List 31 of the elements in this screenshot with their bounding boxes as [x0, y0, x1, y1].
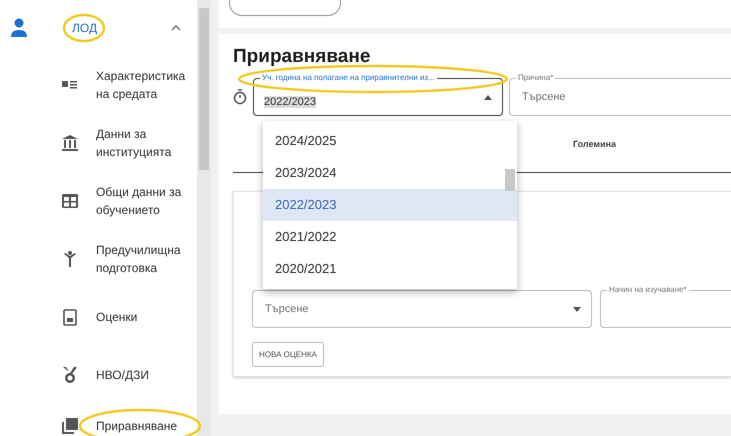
sidebar-item[interactable]: Общи данни за обучението	[96, 183, 192, 219]
copy-icon	[60, 416, 80, 436]
field-value: 2022/2023	[264, 96, 316, 108]
dropdown-option[interactable]: 2020/2021	[263, 253, 517, 285]
sidebar-item[interactable]: Данни за институцията	[96, 125, 192, 161]
caret-down-icon	[573, 306, 581, 312]
dropdown-option[interactable]: 2023/2024	[263, 157, 517, 189]
search-input[interactable]: Търсене	[263, 302, 407, 316]
sidebar-item[interactable]: Предучилищна подготовка	[96, 241, 192, 277]
dropdown-option[interactable]: 2022/2023	[263, 189, 517, 221]
clock-icon	[233, 89, 247, 105]
scrollbar-thumb[interactable]	[199, 8, 209, 170]
sidebar-item[interactable]: НВО/ДЗИ	[96, 366, 192, 384]
bank-icon	[60, 133, 80, 153]
chevron-up-icon[interactable]	[171, 25, 181, 31]
section-title: Приравняване	[233, 46, 372, 68]
sidebar-item[interactable]: Характеристика на средата	[96, 67, 192, 103]
clipboard-icon	[60, 307, 80, 327]
new-grade-button[interactable]: НОВА ОЦЕНКА	[252, 342, 324, 367]
search-input[interactable]: Търсене	[520, 90, 664, 104]
sidebar-item[interactable]: Оценки	[96, 308, 192, 326]
column-header: Големина	[573, 139, 616, 149]
person-icon	[10, 18, 28, 38]
dropdown-option[interactable]: 2021/2022	[263, 221, 517, 253]
field-label: Начин на изучаване*	[607, 285, 689, 294]
field-label: Причина*	[516, 73, 556, 82]
grid-icon	[60, 191, 80, 211]
dropdown-option[interactable]: 2024/2025	[263, 125, 517, 157]
field-label: Уч. година на полагане на приравнителни из...	[260, 73, 437, 82]
caret-up-icon	[484, 94, 492, 100]
subject-select[interactable]: Търсене	[252, 290, 592, 328]
